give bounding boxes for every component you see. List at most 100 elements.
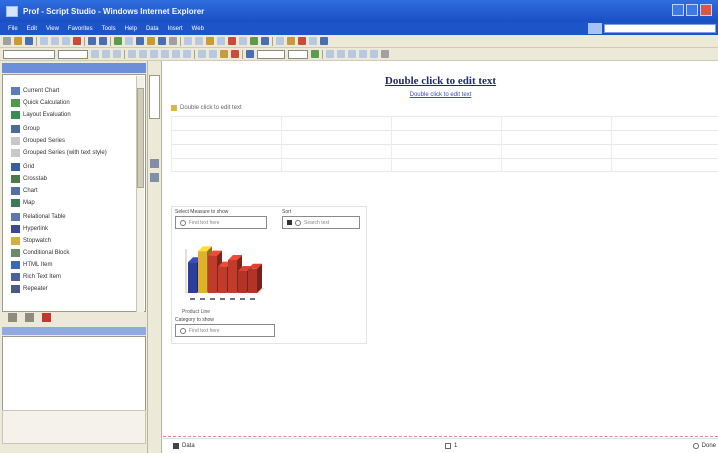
sort-icon[interactable] (169, 37, 177, 45)
list-item[interactable]: Map (11, 199, 35, 207)
redo-icon[interactable] (99, 37, 107, 45)
font-name-select[interactable] (3, 49, 55, 59)
data-items-tab-icon[interactable] (25, 313, 34, 322)
list-item[interactable]: Current Chart (11, 87, 59, 95)
help-icon[interactable] (320, 37, 328, 45)
list-item[interactable]: Quick Calculation (11, 99, 70, 107)
delete-icon[interactable] (73, 37, 81, 45)
zoom-icon[interactable] (158, 37, 166, 45)
page-subtitle[interactable]: Double click to edit text (163, 92, 718, 98)
aggregate-icon[interactable] (195, 37, 203, 45)
close-icon[interactable] (700, 4, 712, 16)
category-search-input[interactable]: Find text here (175, 324, 275, 337)
list-item[interactable]: Chart (11, 187, 38, 195)
padding-icon[interactable] (209, 50, 217, 58)
menu-help[interactable]: Help (125, 26, 137, 32)
chart-bar[interactable] (248, 263, 262, 300)
align-center-icon[interactable] (139, 50, 147, 58)
indent-icon[interactable] (172, 50, 180, 58)
list-item[interactable]: Repeater (11, 285, 48, 293)
border-icon[interactable] (198, 50, 206, 58)
report-canvas[interactable]: Double click to edit text Double click t… (163, 61, 718, 438)
menu-data[interactable]: Data (146, 26, 159, 32)
insert-row-icon[interactable] (348, 50, 356, 58)
cut-icon[interactable] (40, 37, 48, 45)
list-scrollbar[interactable] (136, 76, 144, 312)
list-item[interactable]: Relational Table (11, 213, 66, 221)
conditional-icon[interactable] (298, 37, 306, 45)
chart-icon[interactable] (228, 37, 236, 45)
insert-column-icon[interactable] (359, 50, 367, 58)
chart-block[interactable]: Select Measure to show Find text here So… (171, 206, 367, 344)
page-explorer-tab[interactable] (149, 75, 160, 119)
font-size-select[interactable] (58, 49, 88, 59)
outdent-icon[interactable] (183, 50, 191, 58)
menu-insert[interactable]: Insert (168, 26, 183, 32)
measure-search-input[interactable]: Find text here (175, 216, 267, 229)
highlight-icon[interactable] (206, 37, 214, 45)
list-item[interactable]: Grouped Series (11, 137, 65, 145)
menu-edit[interactable]: Edit (27, 26, 37, 32)
align-left-icon[interactable] (128, 50, 136, 58)
grid-icon[interactable] (125, 37, 133, 45)
minimize-icon[interactable] (672, 4, 684, 16)
list-item[interactable]: Grid (11, 163, 34, 171)
delete-row-icon[interactable] (370, 50, 378, 58)
properties-icon[interactable] (381, 50, 389, 58)
swap-icon[interactable] (217, 37, 225, 45)
calculate-icon[interactable] (184, 37, 192, 45)
underline-icon[interactable] (113, 50, 121, 58)
source-tab-icon[interactable] (8, 313, 17, 322)
bold-icon[interactable] (91, 50, 99, 58)
filter-icon[interactable] (147, 37, 155, 45)
copy-icon[interactable] (51, 37, 59, 45)
line-style-select[interactable] (257, 49, 285, 59)
new-icon[interactable] (3, 37, 11, 45)
open-icon[interactable] (14, 37, 22, 45)
align-right-icon[interactable] (150, 50, 158, 58)
justify-icon[interactable] (161, 50, 169, 58)
scrollbar-thumb[interactable] (137, 88, 144, 188)
save-icon[interactable] (25, 37, 33, 45)
play-icon[interactable] (136, 37, 144, 45)
list-item[interactable]: Grouped Series (with text style) (11, 149, 107, 157)
menu-tools[interactable]: Tools (102, 26, 116, 32)
section-icon[interactable] (250, 37, 258, 45)
list-item[interactable]: Crosstab (11, 175, 47, 183)
style-icon[interactable] (287, 37, 295, 45)
list-item[interactable]: Rich Text Item (11, 273, 61, 281)
insert-image-icon[interactable] (246, 50, 254, 58)
maximize-icon[interactable] (686, 4, 698, 16)
condition-explorer-icon[interactable] (150, 173, 159, 182)
run-icon[interactable] (114, 37, 122, 45)
crosstab-icon[interactable] (239, 37, 247, 45)
page-title[interactable]: Double click to edit text (163, 75, 718, 87)
merge-cells-icon[interactable] (326, 50, 334, 58)
query-explorer-icon[interactable] (150, 159, 159, 168)
fill-color-icon[interactable] (220, 50, 228, 58)
line-width-select[interactable] (288, 49, 308, 59)
list-item[interactable]: Stopwatch (11, 237, 51, 245)
menu-view[interactable]: View (46, 26, 59, 32)
toolbox-tab-icon[interactable] (42, 313, 51, 322)
filter-text[interactable]: Double click to edit text (171, 105, 242, 111)
italic-icon[interactable] (102, 50, 110, 58)
list-item[interactable]: Conditional Block (11, 249, 69, 257)
properties-icon[interactable] (309, 37, 317, 45)
list-item[interactable]: Group (11, 125, 40, 133)
font-color-icon[interactable] (231, 50, 239, 58)
table-icon[interactable] (311, 50, 319, 58)
list-item[interactable]: Hyperlink (11, 225, 48, 233)
split-cells-icon[interactable] (337, 50, 345, 58)
undo-icon[interactable] (88, 37, 96, 45)
search-box[interactable] (604, 24, 716, 33)
list-item[interactable]: Layout Evaluation (11, 111, 71, 119)
menu-web[interactable]: Web (192, 26, 204, 32)
sort-search-input[interactable]: Search text (282, 216, 360, 229)
drill-icon[interactable] (261, 37, 269, 45)
format-icon[interactable] (276, 37, 284, 45)
list-item[interactable]: HTML Item (11, 261, 52, 269)
paste-icon[interactable] (62, 37, 70, 45)
menu-file[interactable]: File (8, 26, 18, 32)
menu-favorites[interactable]: Favorites (68, 26, 93, 32)
